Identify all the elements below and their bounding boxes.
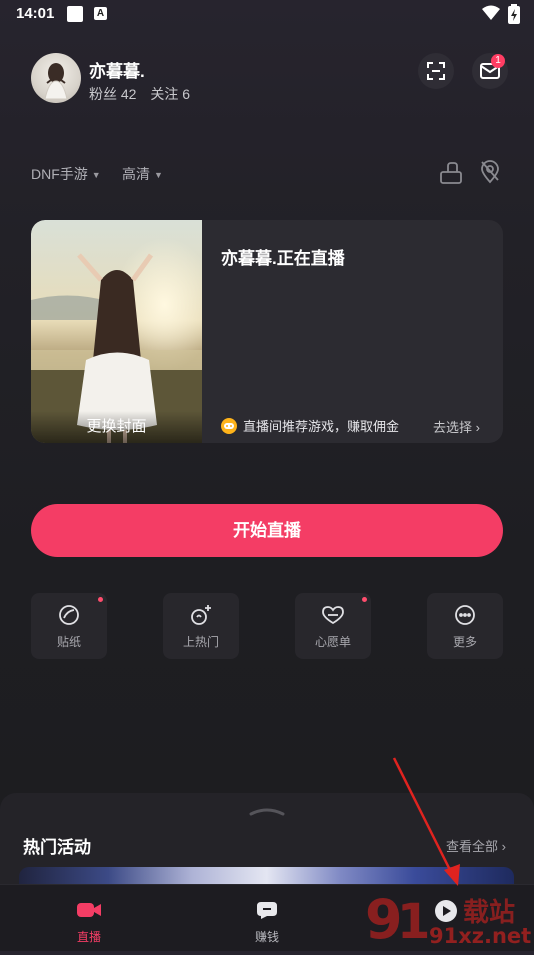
quality-selector[interactable]: 高清 ▼ bbox=[122, 164, 163, 184]
game-promo: 直播间推荐游戏，赚取佣金 bbox=[221, 416, 399, 435]
game-selector-label: DNF手游 bbox=[31, 166, 88, 182]
scan-button[interactable] bbox=[418, 53, 454, 89]
tab-label: 赚钱 bbox=[254, 930, 279, 944]
avatar-image bbox=[44, 63, 68, 100]
sticker-icon bbox=[59, 605, 79, 625]
cover-image[interactable]: 更换封面 bbox=[31, 220, 202, 443]
location-off-icon[interactable] bbox=[479, 160, 501, 184]
quality-selector-label: 高清 bbox=[122, 166, 150, 182]
change-cover-label[interactable]: 更换封面 bbox=[31, 411, 202, 443]
live-title[interactable]: 亦暮暮.正在直播 bbox=[221, 244, 345, 269]
screen-orientation-icon[interactable] bbox=[440, 162, 462, 184]
choose-game-link[interactable]: 去选择 › bbox=[433, 417, 480, 436]
profile-stats: 粉丝 42 关注 6 bbox=[89, 84, 200, 104]
live-preview-card: 更换封面 亦暮暮.正在直播 直播间推荐游戏，赚取佣金 去选择 › bbox=[31, 220, 503, 443]
status-time: 14:01 bbox=[16, 5, 55, 22]
tab-label: 直播 bbox=[76, 930, 101, 944]
tool-wishlist[interactable]: 心愿单 bbox=[295, 593, 371, 659]
fans-count[interactable]: 粉丝 42 bbox=[89, 86, 136, 102]
notification-square-icon bbox=[67, 6, 83, 22]
following-count[interactable]: 关注 6 bbox=[150, 86, 190, 102]
tool-trending[interactable]: 上热门 bbox=[163, 593, 239, 659]
tool-label: 贴纸 bbox=[56, 635, 81, 649]
tab-earn[interactable]: 赚钱 bbox=[227, 900, 307, 945]
new-dot bbox=[362, 597, 367, 602]
svg-text:1: 1 bbox=[397, 894, 430, 950]
more-icon bbox=[455, 605, 475, 625]
scan-icon bbox=[427, 62, 445, 80]
username[interactable]: 亦暮暮. bbox=[89, 57, 145, 82]
start-live-button[interactable]: 开始直播 bbox=[31, 504, 503, 557]
tab-live[interactable]: 直播 bbox=[49, 900, 129, 945]
earn-money-icon bbox=[257, 902, 277, 919]
gamepad-icon bbox=[221, 417, 237, 434]
avatar[interactable] bbox=[31, 53, 81, 103]
app-notification-icon: A bbox=[94, 7, 107, 20]
message-count-badge: 1 bbox=[491, 54, 505, 68]
trending-icon bbox=[191, 605, 211, 625]
sheet-handle-icon[interactable] bbox=[247, 806, 287, 816]
cover-photo bbox=[31, 220, 202, 443]
tool-more[interactable]: 更多 bbox=[427, 593, 503, 659]
game-selector[interactable]: DNF手游 ▼ bbox=[31, 164, 101, 184]
caret-down-icon: ▼ bbox=[154, 170, 163, 180]
tool-sticker[interactable]: 贴纸 bbox=[31, 593, 107, 659]
watermark-text: 91xz.net bbox=[429, 924, 532, 948]
promo-text: 直播间推荐游戏，赚取佣金 bbox=[243, 419, 400, 434]
new-dot bbox=[98, 597, 103, 602]
battery-icon bbox=[508, 4, 520, 24]
wishlist-icon bbox=[322, 606, 344, 625]
annotation-arrow bbox=[392, 757, 460, 886]
tool-label: 更多 bbox=[452, 635, 477, 649]
caret-down-icon: ▼ bbox=[91, 170, 101, 180]
wifi-icon bbox=[482, 5, 500, 20]
tool-label: 心愿单 bbox=[314, 635, 351, 649]
hot-activities-title: 热门活动 bbox=[23, 838, 91, 857]
live-camera-icon bbox=[77, 903, 101, 917]
watermark: 9 1 载站 91xz.net bbox=[363, 888, 533, 955]
status-bar: 14:01 A bbox=[0, 0, 534, 28]
tool-label: 上热门 bbox=[182, 635, 219, 649]
